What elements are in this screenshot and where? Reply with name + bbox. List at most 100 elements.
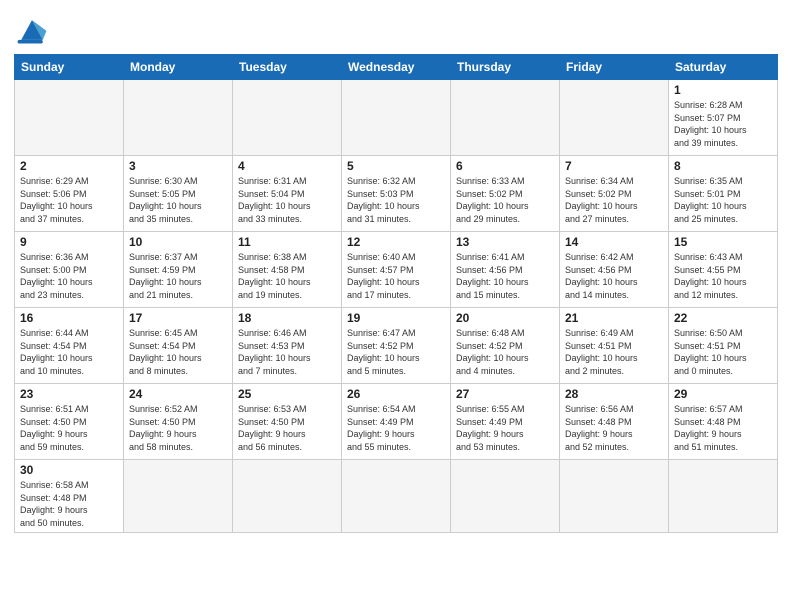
day-info: Sunrise: 6:55 AM Sunset: 4:49 PM Dayligh… bbox=[456, 403, 554, 453]
day-number: 15 bbox=[674, 235, 772, 249]
calendar-week-row: 2 Sunrise: 6:29 AM Sunset: 5:06 PM Daylig… bbox=[15, 156, 778, 232]
day-cell: 30 Sunrise: 6:58 AM Sunset: 4:48 PM Dayli… bbox=[15, 460, 124, 533]
day-info: Sunrise: 6:36 AM Sunset: 5:00 PM Dayligh… bbox=[20, 251, 118, 301]
day-info: Sunrise: 6:37 AM Sunset: 4:59 PM Dayligh… bbox=[129, 251, 227, 301]
empty-day-cell bbox=[451, 80, 560, 156]
weekday-header: Friday bbox=[560, 55, 669, 80]
day-info: Sunrise: 6:38 AM Sunset: 4:58 PM Dayligh… bbox=[238, 251, 336, 301]
header-area bbox=[14, 10, 778, 46]
weekday-header: Saturday bbox=[669, 55, 778, 80]
day-cell: 15 Sunrise: 6:43 AM Sunset: 4:55 PM Dayli… bbox=[669, 232, 778, 308]
day-cell: 1 Sunrise: 6:28 AM Sunset: 5:07 PM Daylig… bbox=[669, 80, 778, 156]
empty-day-cell bbox=[669, 460, 778, 533]
day-info: Sunrise: 6:44 AM Sunset: 4:54 PM Dayligh… bbox=[20, 327, 118, 377]
day-cell: 29Sunrise: 6:57 AM Sunset: 4:48 PM Dayli… bbox=[669, 384, 778, 460]
empty-day-cell bbox=[233, 460, 342, 533]
day-number: 24 bbox=[129, 387, 227, 401]
day-info: Sunrise: 6:47 AM Sunset: 4:52 PM Dayligh… bbox=[347, 327, 445, 377]
day-number: 10 bbox=[129, 235, 227, 249]
empty-day-cell bbox=[342, 80, 451, 156]
day-cell: 12Sunrise: 6:40 AM Sunset: 4:57 PM Dayli… bbox=[342, 232, 451, 308]
empty-day-cell bbox=[560, 80, 669, 156]
calendar-week-row: 16 Sunrise: 6:44 AM Sunset: 4:54 PM Dayli… bbox=[15, 308, 778, 384]
day-cell: 8 Sunrise: 6:35 AM Sunset: 5:01 PM Daylig… bbox=[669, 156, 778, 232]
empty-day-cell bbox=[560, 460, 669, 533]
day-number: 8 bbox=[674, 159, 772, 173]
day-cell: 14Sunrise: 6:42 AM Sunset: 4:56 PM Dayli… bbox=[560, 232, 669, 308]
day-info: Sunrise: 6:54 AM Sunset: 4:49 PM Dayligh… bbox=[347, 403, 445, 453]
day-cell: 2 Sunrise: 6:29 AM Sunset: 5:06 PM Daylig… bbox=[15, 156, 124, 232]
day-info: Sunrise: 6:34 AM Sunset: 5:02 PM Dayligh… bbox=[565, 175, 663, 225]
day-number: 2 bbox=[20, 159, 118, 173]
day-number: 4 bbox=[238, 159, 336, 173]
day-info: Sunrise: 6:30 AM Sunset: 5:05 PM Dayligh… bbox=[129, 175, 227, 225]
weekday-header: Wednesday bbox=[342, 55, 451, 80]
weekday-header: Monday bbox=[124, 55, 233, 80]
day-number: 18 bbox=[238, 311, 336, 325]
day-cell: 7Sunrise: 6:34 AM Sunset: 5:02 PM Daylig… bbox=[560, 156, 669, 232]
day-info: Sunrise: 6:31 AM Sunset: 5:04 PM Dayligh… bbox=[238, 175, 336, 225]
empty-day-cell bbox=[342, 460, 451, 533]
day-info: Sunrise: 6:58 AM Sunset: 4:48 PM Dayligh… bbox=[20, 479, 118, 529]
day-number: 27 bbox=[456, 387, 554, 401]
day-cell: 27 Sunrise: 6:55 AM Sunset: 4:49 PM Dayli… bbox=[451, 384, 560, 460]
empty-day-cell bbox=[124, 460, 233, 533]
day-info: Sunrise: 6:35 AM Sunset: 5:01 PM Dayligh… bbox=[674, 175, 772, 225]
day-info: Sunrise: 6:48 AM Sunset: 4:52 PM Dayligh… bbox=[456, 327, 554, 377]
day-info: Sunrise: 6:29 AM Sunset: 5:06 PM Dayligh… bbox=[20, 175, 118, 225]
day-number: 12 bbox=[347, 235, 445, 249]
calendar-week-row: 30 Sunrise: 6:58 AM Sunset: 4:48 PM Dayli… bbox=[15, 460, 778, 533]
day-cell: 21Sunrise: 6:49 AM Sunset: 4:51 PM Dayli… bbox=[560, 308, 669, 384]
day-info: Sunrise: 6:28 AM Sunset: 5:07 PM Dayligh… bbox=[674, 99, 772, 149]
calendar-week-row: 23 Sunrise: 6:51 AM Sunset: 4:50 PM Dayli… bbox=[15, 384, 778, 460]
day-cell: 25Sunrise: 6:53 AM Sunset: 4:50 PM Dayli… bbox=[233, 384, 342, 460]
day-info: Sunrise: 6:32 AM Sunset: 5:03 PM Dayligh… bbox=[347, 175, 445, 225]
page: SundayMondayTuesdayWednesdayThursdayFrid… bbox=[0, 0, 792, 612]
day-cell: 20 Sunrise: 6:48 AM Sunset: 4:52 PM Dayli… bbox=[451, 308, 560, 384]
calendar: SundayMondayTuesdayWednesdayThursdayFrid… bbox=[14, 54, 778, 533]
day-number: 16 bbox=[20, 311, 118, 325]
day-number: 9 bbox=[20, 235, 118, 249]
day-number: 26 bbox=[347, 387, 445, 401]
day-cell: 11 Sunrise: 6:38 AM Sunset: 4:58 PM Dayli… bbox=[233, 232, 342, 308]
weekday-header: Sunday bbox=[15, 55, 124, 80]
day-cell: 24 Sunrise: 6:52 AM Sunset: 4:50 PM Dayli… bbox=[124, 384, 233, 460]
day-cell: 22Sunrise: 6:50 AM Sunset: 4:51 PM Dayli… bbox=[669, 308, 778, 384]
day-number: 23 bbox=[20, 387, 118, 401]
logo bbox=[14, 14, 54, 46]
day-number: 28 bbox=[565, 387, 663, 401]
day-cell: 16 Sunrise: 6:44 AM Sunset: 4:54 PM Dayli… bbox=[15, 308, 124, 384]
day-number: 14 bbox=[565, 235, 663, 249]
day-info: Sunrise: 6:43 AM Sunset: 4:55 PM Dayligh… bbox=[674, 251, 772, 301]
day-number: 11 bbox=[238, 235, 336, 249]
weekday-header: Tuesday bbox=[233, 55, 342, 80]
day-cell: 6Sunrise: 6:33 AM Sunset: 5:02 PM Daylig… bbox=[451, 156, 560, 232]
day-number: 5 bbox=[347, 159, 445, 173]
day-cell: 9 Sunrise: 6:36 AM Sunset: 5:00 PM Daylig… bbox=[15, 232, 124, 308]
day-number: 13 bbox=[456, 235, 554, 249]
day-info: Sunrise: 6:51 AM Sunset: 4:50 PM Dayligh… bbox=[20, 403, 118, 453]
day-cell: 26 Sunrise: 6:54 AM Sunset: 4:49 PM Dayli… bbox=[342, 384, 451, 460]
day-cell: 17Sunrise: 6:45 AM Sunset: 4:54 PM Dayli… bbox=[124, 308, 233, 384]
day-cell: 3 Sunrise: 6:30 AM Sunset: 5:05 PM Daylig… bbox=[124, 156, 233, 232]
day-number: 25 bbox=[238, 387, 336, 401]
day-number: 19 bbox=[347, 311, 445, 325]
day-cell: 28Sunrise: 6:56 AM Sunset: 4:48 PM Dayli… bbox=[560, 384, 669, 460]
day-cell: 4 Sunrise: 6:31 AM Sunset: 5:04 PM Daylig… bbox=[233, 156, 342, 232]
day-cell: 23 Sunrise: 6:51 AM Sunset: 4:50 PM Dayli… bbox=[15, 384, 124, 460]
day-info: Sunrise: 6:41 AM Sunset: 4:56 PM Dayligh… bbox=[456, 251, 554, 301]
empty-day-cell bbox=[233, 80, 342, 156]
day-info: Sunrise: 6:57 AM Sunset: 4:48 PM Dayligh… bbox=[674, 403, 772, 453]
day-number: 1 bbox=[674, 83, 772, 97]
day-info: Sunrise: 6:52 AM Sunset: 4:50 PM Dayligh… bbox=[129, 403, 227, 453]
day-info: Sunrise: 6:33 AM Sunset: 5:02 PM Dayligh… bbox=[456, 175, 554, 225]
day-cell: 19 Sunrise: 6:47 AM Sunset: 4:52 PM Dayli… bbox=[342, 308, 451, 384]
day-number: 3 bbox=[129, 159, 227, 173]
day-info: Sunrise: 6:46 AM Sunset: 4:53 PM Dayligh… bbox=[238, 327, 336, 377]
day-number: 30 bbox=[20, 463, 118, 477]
day-cell: 13 Sunrise: 6:41 AM Sunset: 4:56 PM Dayli… bbox=[451, 232, 560, 308]
day-cell: 5 Sunrise: 6:32 AM Sunset: 5:03 PM Daylig… bbox=[342, 156, 451, 232]
day-number: 20 bbox=[456, 311, 554, 325]
weekday-header: Thursday bbox=[451, 55, 560, 80]
day-info: Sunrise: 6:49 AM Sunset: 4:51 PM Dayligh… bbox=[565, 327, 663, 377]
